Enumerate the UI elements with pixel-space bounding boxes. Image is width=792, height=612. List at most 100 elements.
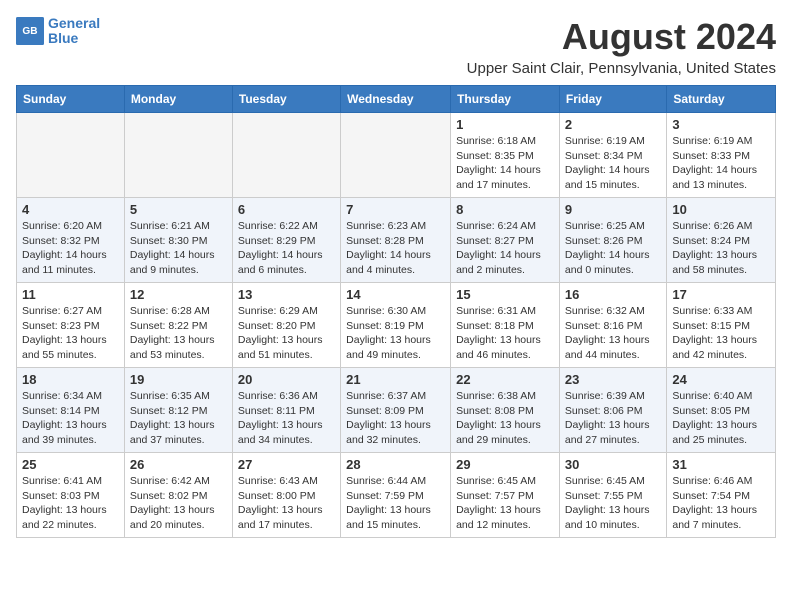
day-cell: 30 Sunrise: 6:45 AMSunset: 7:55 PMDayligh…: [559, 453, 666, 538]
day-info: Sunrise: 6:24 AMSunset: 8:27 PMDaylight:…: [456, 219, 554, 278]
weekday-header-thursday: Thursday: [451, 86, 560, 113]
day-number: 25: [22, 457, 119, 472]
day-cell: 18Sunrise: 6:34 AMSunset: 8:14 PMDayligh…: [17, 368, 125, 453]
day-info: Sunrise: 6:42 AMSunset: 8:02 PMDaylight:…: [130, 474, 227, 533]
day-number: 3: [672, 117, 770, 132]
day-info: Sunrise: 6:28 AMSunset: 8:22 PMDaylight:…: [130, 304, 227, 363]
week-row: 18Sunrise: 6:34 AMSunset: 8:14 PMDayligh…: [17, 368, 776, 453]
day-number: 29: [456, 457, 554, 472]
empty-day-cell: [124, 113, 232, 198]
day-number: 1: [456, 117, 554, 132]
day-info: Sunrise: 6:19 AMSunset: 8:34 PMDaylight:…: [565, 134, 661, 193]
weekday-header-saturday: Saturday: [667, 86, 776, 113]
day-number: 13: [238, 287, 335, 302]
day-number: 7: [346, 202, 445, 217]
empty-day-cell: [341, 113, 451, 198]
day-info: Sunrise: 6:31 AMSunset: 8:18 PMDaylight:…: [456, 304, 554, 363]
day-info: Sunrise: 6:18 AMSunset: 8:35 PMDaylight:…: [456, 134, 554, 193]
day-cell: 17Sunrise: 6:33 AMSunset: 8:15 PMDayligh…: [667, 283, 776, 368]
day-info: Sunrise: 6:43 AMSunset: 8:00 PMDaylight:…: [238, 474, 335, 533]
logo-line2: Blue: [48, 31, 100, 46]
day-cell: 6Sunrise: 6:22 AMSunset: 8:29 PMDaylight…: [232, 198, 340, 283]
day-cell: 3 Sunrise: 6:19 AMSunset: 8:33 PMDaylight…: [667, 113, 776, 198]
day-info: Sunrise: 6:20 AMSunset: 8:32 PMDaylight:…: [22, 219, 119, 278]
day-info: Sunrise: 6:26 AMSunset: 8:24 PMDaylight:…: [672, 219, 770, 278]
day-cell: 10 Sunrise: 6:26 AMSunset: 8:24 PMDayligh…: [667, 198, 776, 283]
day-info: Sunrise: 6:45 AMSunset: 7:55 PMDaylight:…: [565, 474, 661, 533]
day-cell: 5Sunrise: 6:21 AMSunset: 8:30 PMDaylight…: [124, 198, 232, 283]
day-cell: 28 Sunrise: 6:44 AMSunset: 7:59 PMDayligh…: [341, 453, 451, 538]
day-number: 2: [565, 117, 661, 132]
day-number: 12: [130, 287, 227, 302]
day-info: Sunrise: 6:19 AMSunset: 8:33 PMDaylight:…: [672, 134, 770, 193]
day-number: 9: [565, 202, 661, 217]
empty-day-cell: [17, 113, 125, 198]
day-number: 16: [565, 287, 661, 302]
day-cell: 15 Sunrise: 6:31 AMSunset: 8:18 PMDayligh…: [451, 283, 560, 368]
day-number: 28: [346, 457, 445, 472]
week-row: 11Sunrise: 6:27 AMSunset: 8:23 PMDayligh…: [17, 283, 776, 368]
day-cell: 11Sunrise: 6:27 AMSunset: 8:23 PMDayligh…: [17, 283, 125, 368]
day-cell: 31 Sunrise: 6:46 AMSunset: 7:54 PMDayligh…: [667, 453, 776, 538]
day-info: Sunrise: 6:29 AMSunset: 8:20 PMDaylight:…: [238, 304, 335, 363]
day-info: Sunrise: 6:33 AMSunset: 8:15 PMDaylight:…: [672, 304, 770, 363]
day-cell: 27 Sunrise: 6:43 AMSunset: 8:00 PMDayligh…: [232, 453, 340, 538]
day-number: 23: [565, 372, 661, 387]
week-row: 1 Sunrise: 6:18 AMSunset: 8:35 PMDaylight…: [17, 113, 776, 198]
day-number: 26: [130, 457, 227, 472]
day-cell: 24 Sunrise: 6:40 AMSunset: 8:05 PMDayligh…: [667, 368, 776, 453]
calendar-table: SundayMondayTuesdayWednesdayThursdayFrid…: [16, 85, 776, 538]
day-cell: 21 Sunrise: 6:37 AMSunset: 8:09 PMDayligh…: [341, 368, 451, 453]
weekday-header-monday: Monday: [124, 86, 232, 113]
day-number: 24: [672, 372, 770, 387]
day-info: Sunrise: 6:45 AMSunset: 7:57 PMDaylight:…: [456, 474, 554, 533]
logo: GB General Blue: [16, 16, 100, 47]
day-info: Sunrise: 6:30 AMSunset: 8:19 PMDaylight:…: [346, 304, 445, 363]
day-cell: 9Sunrise: 6:25 AMSunset: 8:26 PMDaylight…: [559, 198, 666, 283]
day-cell: 19 Sunrise: 6:35 AMSunset: 8:12 PMDayligh…: [124, 368, 232, 453]
day-number: 5: [130, 202, 227, 217]
day-info: Sunrise: 6:41 AMSunset: 8:03 PMDaylight:…: [22, 474, 119, 533]
day-number: 18: [22, 372, 119, 387]
day-cell: 26 Sunrise: 6:42 AMSunset: 8:02 PMDayligh…: [124, 453, 232, 538]
day-info: Sunrise: 6:36 AMSunset: 8:11 PMDaylight:…: [238, 389, 335, 448]
day-cell: 20 Sunrise: 6:36 AMSunset: 8:11 PMDayligh…: [232, 368, 340, 453]
day-number: 27: [238, 457, 335, 472]
day-info: Sunrise: 6:44 AMSunset: 7:59 PMDaylight:…: [346, 474, 445, 533]
day-number: 19: [130, 372, 227, 387]
day-cell: 14 Sunrise: 6:30 AMSunset: 8:19 PMDayligh…: [341, 283, 451, 368]
title-block: August 2024 Upper Saint Clair, Pennsylva…: [467, 16, 776, 77]
day-info: Sunrise: 6:35 AMSunset: 8:12 PMDaylight:…: [130, 389, 227, 448]
page-header: GB General Blue August 2024 Upper Saint …: [16, 16, 776, 77]
day-cell: 22 Sunrise: 6:38 AMSunset: 8:08 PMDayligh…: [451, 368, 560, 453]
weekday-header-wednesday: Wednesday: [341, 86, 451, 113]
weekday-header-friday: Friday: [559, 86, 666, 113]
day-number: 30: [565, 457, 661, 472]
day-number: 31: [672, 457, 770, 472]
week-row: 4 Sunrise: 6:20 AMSunset: 8:32 PMDaylight…: [17, 198, 776, 283]
day-number: 22: [456, 372, 554, 387]
day-info: Sunrise: 6:40 AMSunset: 8:05 PMDaylight:…: [672, 389, 770, 448]
day-info: Sunrise: 6:46 AMSunset: 7:54 PMDaylight:…: [672, 474, 770, 533]
svg-text:GB: GB: [22, 27, 37, 38]
calendar-title: August 2024: [467, 16, 776, 58]
day-info: Sunrise: 6:39 AMSunset: 8:06 PMDaylight:…: [565, 389, 661, 448]
day-number: 14: [346, 287, 445, 302]
day-number: 6: [238, 202, 335, 217]
day-cell: 25 Sunrise: 6:41 AMSunset: 8:03 PMDayligh…: [17, 453, 125, 538]
day-cell: 4 Sunrise: 6:20 AMSunset: 8:32 PMDaylight…: [17, 198, 125, 283]
logo-icon: GB: [16, 17, 44, 45]
day-info: Sunrise: 6:37 AMSunset: 8:09 PMDaylight:…: [346, 389, 445, 448]
day-number: 21: [346, 372, 445, 387]
day-number: 10: [672, 202, 770, 217]
day-number: 15: [456, 287, 554, 302]
day-cell: 1 Sunrise: 6:18 AMSunset: 8:35 PMDaylight…: [451, 113, 560, 198]
logo-line1: General: [48, 16, 100, 31]
day-number: 20: [238, 372, 335, 387]
day-info: Sunrise: 6:38 AMSunset: 8:08 PMDaylight:…: [456, 389, 554, 448]
day-cell: 8Sunrise: 6:24 AMSunset: 8:27 PMDaylight…: [451, 198, 560, 283]
day-number: 4: [22, 202, 119, 217]
day-cell: 12 Sunrise: 6:28 AMSunset: 8:22 PMDayligh…: [124, 283, 232, 368]
weekday-header-tuesday: Tuesday: [232, 86, 340, 113]
day-info: Sunrise: 6:27 AMSunset: 8:23 PMDaylight:…: [22, 304, 119, 363]
